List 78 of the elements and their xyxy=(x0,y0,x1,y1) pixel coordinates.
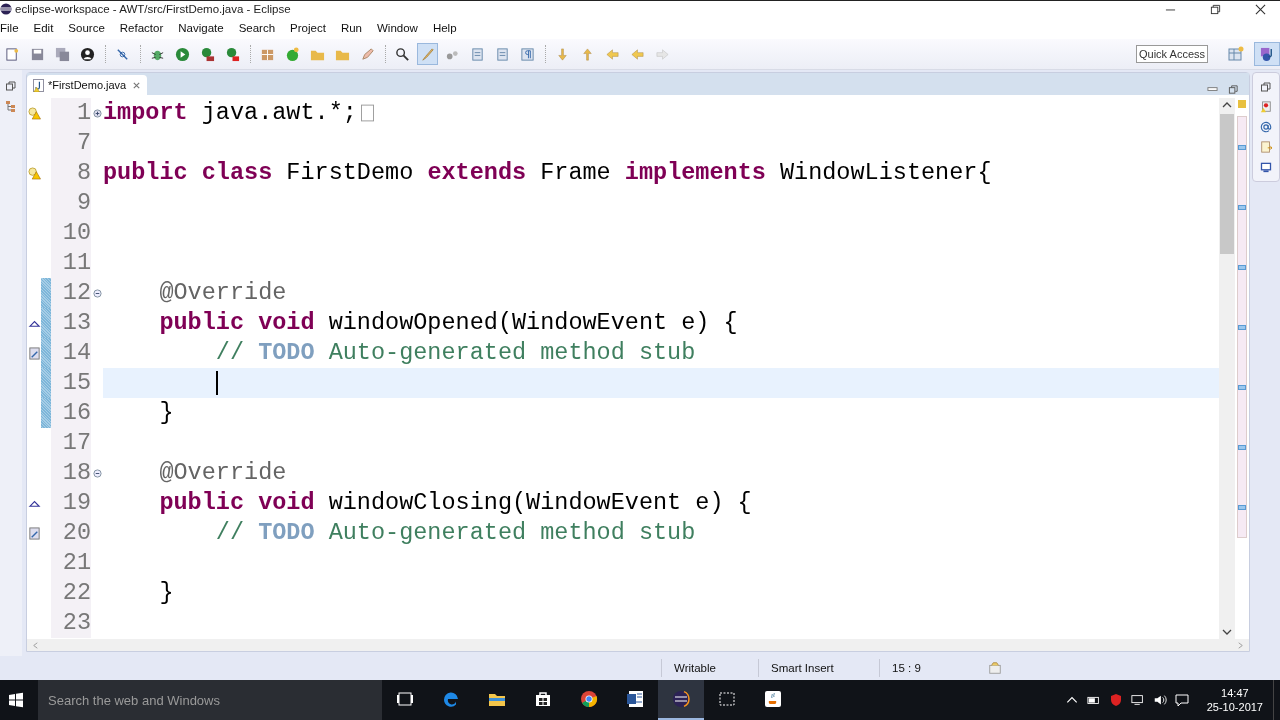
code-line: } xyxy=(158,398,174,428)
line-number: 8 xyxy=(51,158,91,188)
console-icon[interactable] xyxy=(1260,161,1272,173)
status-item: Writable xyxy=(661,659,758,677)
line-number: 19 xyxy=(51,488,91,518)
code-line: public void windowOpened(WindowEvent e) { xyxy=(158,308,738,338)
code-line: @Override xyxy=(158,278,287,308)
line-number: 10 xyxy=(51,218,91,248)
restore-icon[interactable] xyxy=(1210,3,1221,15)
clock-time: 14:47 xyxy=(1221,686,1249,700)
clock-date: 25-10-2017 xyxy=(1206,700,1263,714)
menu-item[interactable]: Refactor xyxy=(119,22,164,34)
menu-item[interactable]: Edit xyxy=(33,22,54,34)
problems-icon[interactable] xyxy=(1260,101,1272,113)
java-perspective-icon[interactable] xyxy=(1254,42,1280,66)
task-icon xyxy=(27,526,41,540)
menu-item[interactable]: Run xyxy=(340,22,362,34)
menu-item[interactable]: Navigate xyxy=(178,22,224,34)
line-number: 11 xyxy=(51,248,91,278)
speaker-icon[interactable] xyxy=(1152,693,1167,707)
line-number: 21 xyxy=(51,548,91,578)
line-number: 22 xyxy=(51,578,91,608)
folded-code-icon[interactable] xyxy=(360,104,374,122)
window-title: eclipse-workspace - AWT/src/FirstDemo.java - Eclipse xyxy=(15,3,291,15)
start-icon[interactable] xyxy=(8,692,24,708)
menu-item[interactable]: Help xyxy=(432,22,457,34)
maximize-icon[interactable] xyxy=(1228,84,1239,95)
close-icon[interactable] xyxy=(1255,3,1266,15)
quick-access-field[interactable]: Quick Access xyxy=(1136,45,1208,63)
notification-icon[interactable] xyxy=(1174,693,1189,707)
line-number: 14 xyxy=(51,338,91,368)
code-line: public void windowClosing(WindowEvent e) { xyxy=(158,488,752,518)
line-number: 7 xyxy=(51,128,91,158)
declaration-icon[interactable] xyxy=(1260,141,1272,153)
line-number: 15 xyxy=(51,368,91,398)
hierarchy-icon[interactable] xyxy=(5,100,17,112)
warning-icon xyxy=(27,106,41,120)
menu-item[interactable]: Project xyxy=(290,22,326,34)
code-line: // TODO Auto-generated method stub xyxy=(214,518,696,548)
network-icon[interactable] xyxy=(1130,693,1145,707)
menu-item[interactable]: Search xyxy=(238,22,276,34)
line-number: 13 xyxy=(51,308,91,338)
line-number: 23 xyxy=(51,608,91,638)
perspective-icon[interactable] xyxy=(1228,46,1244,62)
text-cursor xyxy=(216,371,218,395)
line-number: 9 xyxy=(51,188,91,218)
warning-icon xyxy=(27,166,41,180)
collapse-icon[interactable] xyxy=(92,468,102,478)
menu-item[interactable]: Source xyxy=(68,22,105,34)
shield-icon[interactable] xyxy=(1108,693,1123,707)
status-item: 15 : 9 xyxy=(879,659,982,677)
editor-tab[interactable]: *FirstDemo.java xyxy=(27,75,148,95)
scroll-up-icon[interactable] xyxy=(1221,100,1233,110)
expand-icon[interactable] xyxy=(92,108,102,118)
taskbar-search-field[interactable]: Search the web and Windows xyxy=(38,680,382,720)
line-number: 20 xyxy=(51,518,91,548)
line-number: 12 xyxy=(51,278,91,308)
scroll-down-icon[interactable] xyxy=(1221,627,1233,637)
code-line: // TODO Auto-generated method stub xyxy=(214,338,696,368)
menu-item[interactable]: File xyxy=(0,22,19,34)
eclipse-icon[interactable] xyxy=(658,680,704,720)
code-line: @Override xyxy=(158,458,287,488)
line-number: 18 xyxy=(51,458,91,488)
menu-item[interactable]: Window xyxy=(377,22,418,34)
line-number: 1 xyxy=(51,98,91,128)
code-line: } xyxy=(158,578,174,608)
collapse-icon[interactable] xyxy=(92,288,102,298)
code-line: public class FirstDemo extends Frame implements WindowListener{ xyxy=(103,158,992,188)
restore-icon[interactable] xyxy=(5,80,17,92)
line-number: 16 xyxy=(51,398,91,428)
at-sign-icon[interactable] xyxy=(1260,121,1272,133)
restore-icon[interactable] xyxy=(1260,81,1272,93)
code-line: import java.awt.*; xyxy=(103,98,357,128)
status-item: Smart Insert xyxy=(758,659,879,677)
line-number: 17 xyxy=(51,428,91,458)
task-icon xyxy=(27,346,41,360)
java-file-icon xyxy=(33,78,44,92)
scrollbar-thumb[interactable] xyxy=(1220,114,1234,254)
